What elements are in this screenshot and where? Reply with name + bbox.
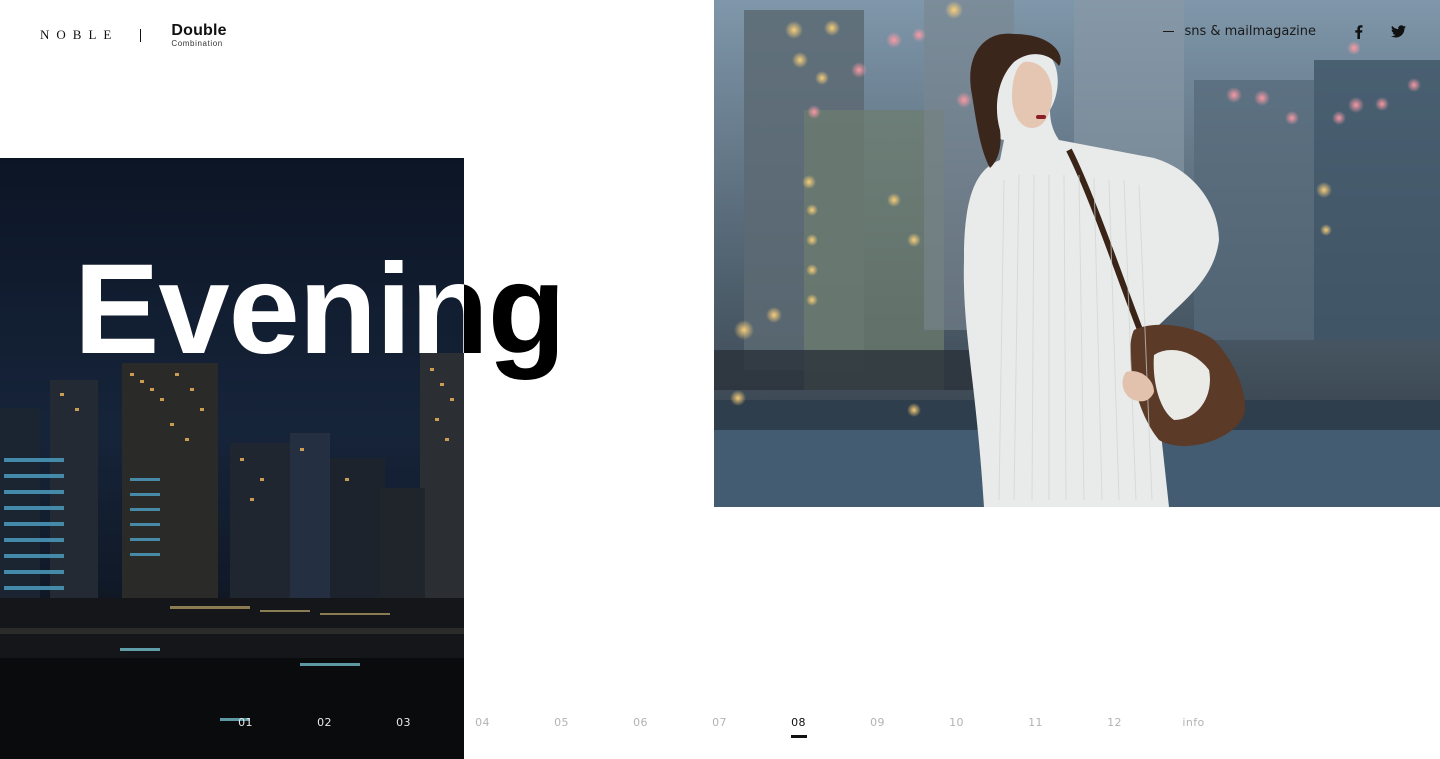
facebook-icon[interactable] [1354, 24, 1363, 39]
combination-logo-text: Combination [171, 38, 223, 48]
dash-icon [1163, 31, 1175, 32]
model-image [714, 0, 1440, 507]
noble-logo[interactable]: NOBLE [40, 27, 118, 43]
hero-title-overlay: Evening [74, 246, 464, 374]
page-link-05[interactable]: 05 [522, 716, 601, 740]
page-link-02[interactable]: 02 [285, 716, 364, 740]
page-link-03[interactable]: 03 [364, 716, 443, 740]
sns-mailmagazine-label: sns & mailmagazine [1184, 24, 1316, 39]
social-links [1354, 24, 1406, 39]
page-link-04[interactable]: 04 [443, 716, 522, 740]
sns-mailmagazine-link[interactable]: sns & mailmagazine [1163, 24, 1316, 39]
page-link-info[interactable]: info [1154, 716, 1233, 740]
page-link-09[interactable]: 09 [838, 716, 917, 740]
page-pagination: 01 02 03 04 05 06 07 08 09 10 11 12 info [206, 716, 1233, 740]
brand-divider [140, 28, 142, 42]
page-link-01[interactable]: 01 [206, 716, 285, 740]
page-link-12[interactable]: 12 [1075, 716, 1154, 740]
model-photo [714, 0, 1440, 507]
page-link-11[interactable]: 11 [996, 716, 1075, 740]
page-link-07[interactable]: 07 [680, 716, 759, 740]
top-nav: sns & mailmagazine [1163, 24, 1406, 39]
page-link-08[interactable]: 08 [759, 716, 838, 740]
page-link-06[interactable]: 06 [601, 716, 680, 740]
brand-logo[interactable]: NOBLE Double Combination [40, 22, 227, 48]
double-logo-text: Double [171, 21, 227, 39]
twitter-icon[interactable] [1391, 25, 1406, 38]
double-combination-logo[interactable]: Double Combination [171, 21, 227, 48]
page-link-10[interactable]: 10 [917, 716, 996, 740]
hero-title-wrap: Evening Evening [74, 246, 634, 406]
